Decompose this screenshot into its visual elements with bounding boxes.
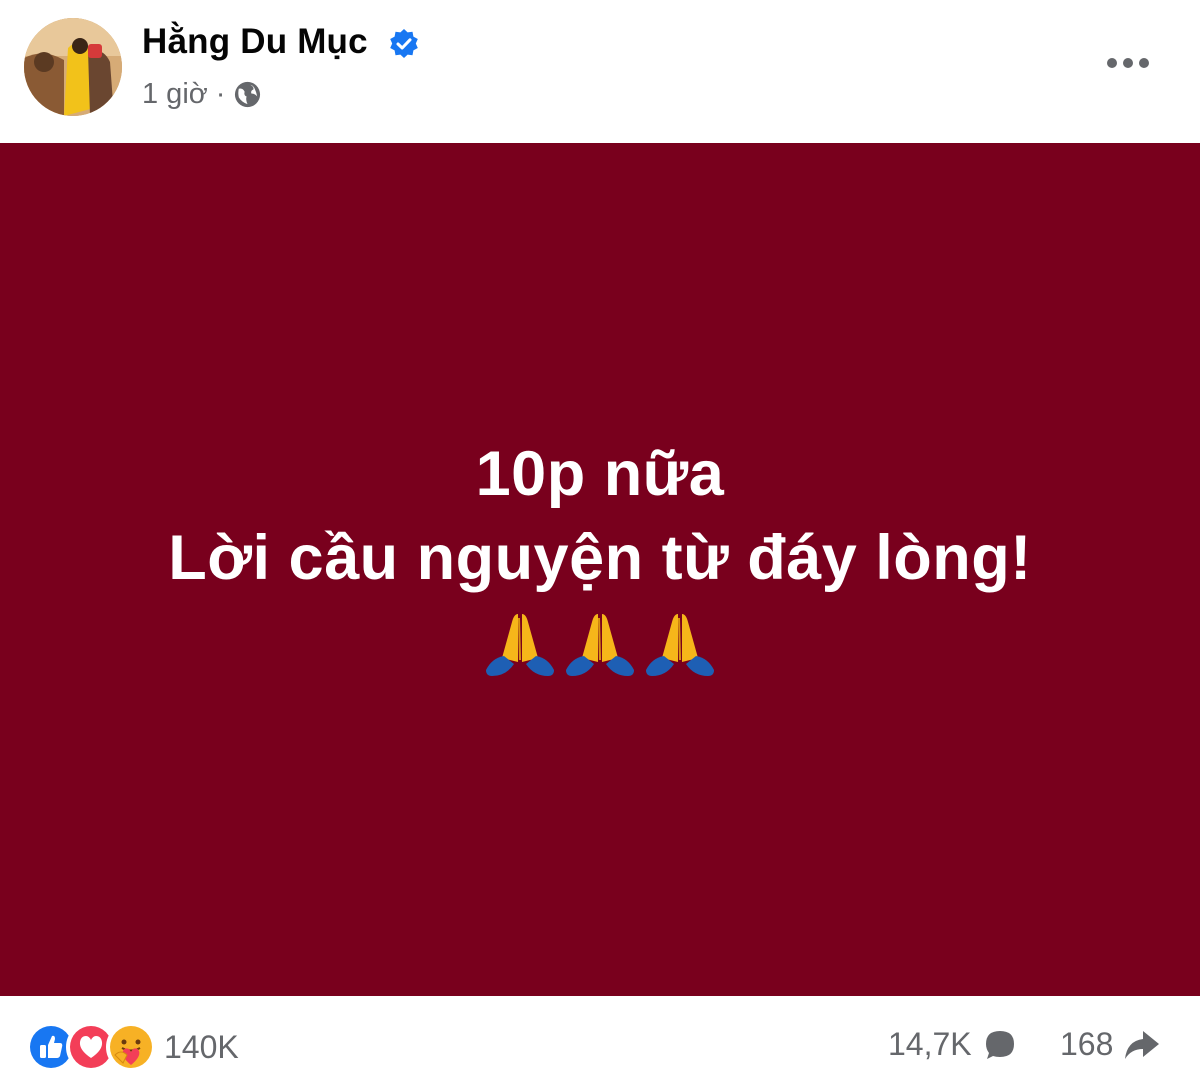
facebook-post: Hằng Du Mục 1 giờ · 10p nữa Lời cầu nguy…: [0, 0, 1200, 1090]
post-time[interactable]: 1 giờ: [142, 78, 208, 111]
post-footer: 140K 14,7K 168: [0, 996, 1200, 1090]
verified-badge-icon: [390, 29, 418, 58]
reactions-summary[interactable]: 140K: [26, 1022, 239, 1072]
author-avatar[interactable]: [24, 18, 122, 116]
author-name[interactable]: Hằng Du Mục: [142, 22, 368, 62]
folded-hands-emoji-icon: [646, 613, 714, 676]
share-icon: [1125, 1030, 1160, 1059]
care-icon: [106, 1022, 156, 1072]
post-text-line-2: Lời cầu nguyện từ đáy lòng!: [168, 522, 1032, 593]
share-count-text: 168: [1060, 1026, 1114, 1062]
post-header: Hằng Du Mục 1 giờ ·: [0, 0, 1200, 143]
folded-hands-emoji-icon: [566, 613, 634, 676]
comment-count-text: 14,7K: [888, 1026, 972, 1062]
post-meta: 1 giờ ·: [142, 78, 262, 111]
reaction-count[interactable]: 140K: [164, 1029, 239, 1066]
post-content[interactable]: 10p nữa Lời cầu nguyện từ đáy lòng!: [0, 143, 1200, 996]
meta-separator: ·: [215, 78, 226, 110]
comments-count[interactable]: 14,7K: [888, 1026, 1018, 1063]
more-options-button[interactable]: [1100, 44, 1156, 82]
shares-count[interactable]: 168: [1060, 1026, 1161, 1063]
comment-icon: [985, 1030, 1014, 1059]
folded-hands-emoji-icon: [486, 613, 554, 676]
globe-icon[interactable]: [233, 80, 262, 109]
more-options-icon: [1107, 58, 1149, 68]
emoji-row: [482, 606, 718, 682]
post-text-line-1: 10p nữa: [475, 438, 725, 509]
